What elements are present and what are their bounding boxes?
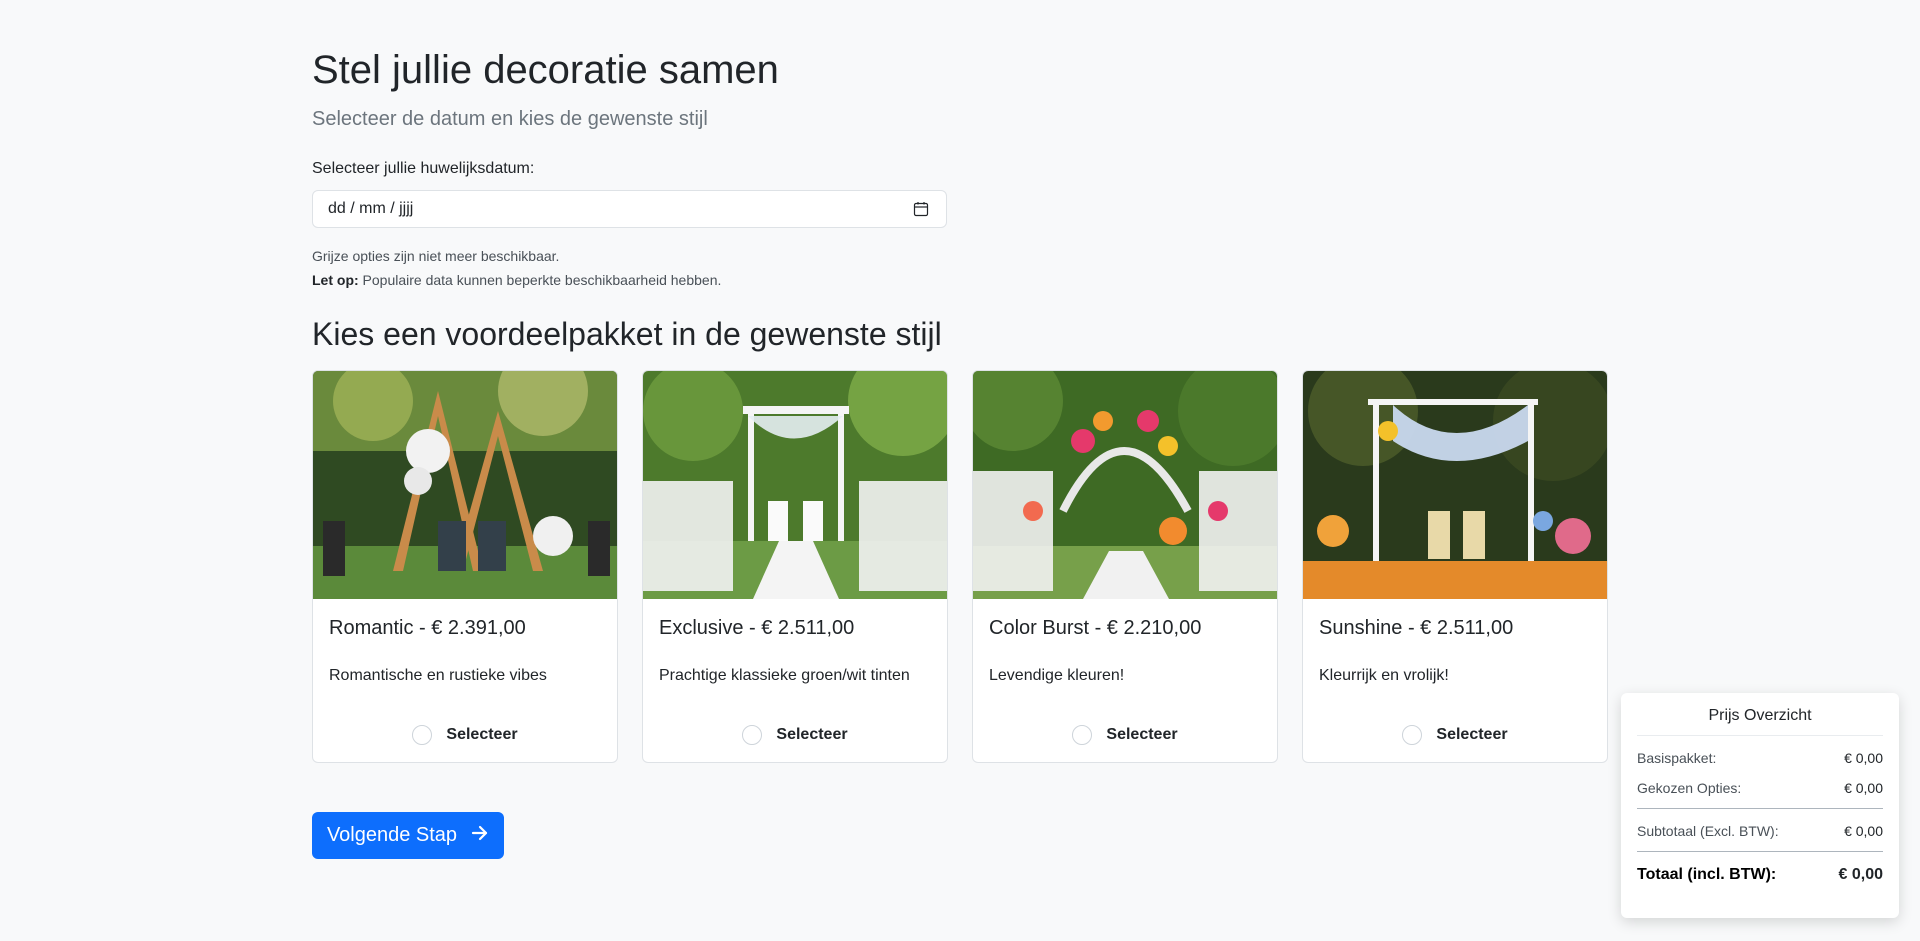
subtotal-label: Subtotaal (Excl. BTW): — [1637, 823, 1779, 839]
page-subtitle: Selecteer de datum en kies de gewenste s… — [312, 108, 708, 130]
subtotal-value: € 0,00 — [1844, 823, 1883, 839]
price-overview-title: Prijs Overzicht — [1637, 707, 1883, 736]
package-image-exclusive — [643, 371, 947, 599]
total-row: Totaal (incl. BTW): € 0,00 — [1637, 866, 1883, 884]
radio-button[interactable] — [742, 725, 763, 745]
package-description: Levendige kleuren! — [989, 667, 1125, 684]
divider — [1637, 808, 1883, 809]
total-value: € 0,00 — [1838, 866, 1883, 883]
packages-title: Kies een voordeelpakket in de gewenste s… — [312, 316, 942, 352]
package-title: Romantic - € 2.391,00 — [329, 617, 526, 639]
package-card-color-burst[interactable]: Color Burst - € 2.210,00 Levendige kleur… — [972, 370, 1278, 763]
package-image-romantic — [313, 371, 617, 599]
select-label: Selecteer — [446, 726, 518, 743]
select-label: Selecteer — [1106, 726, 1178, 743]
package-title: Exclusive - € 2.511,00 — [659, 617, 855, 639]
price-overview-panel: Prijs Overzicht Basispakket: € 0,00 Geko… — [1621, 693, 1899, 918]
radio-button[interactable] — [1402, 725, 1423, 745]
availability-note: Let op: Populaire data kunnen beperkte b… — [312, 272, 721, 288]
package-card-romantic[interactable]: Romantic - € 2.391,00 Romantische en rus… — [312, 370, 618, 763]
radio-button[interactable] — [412, 725, 433, 745]
select-label: Selecteer — [776, 726, 848, 743]
package-description: Prachtige klassieke groen/wit tinten — [659, 667, 910, 684]
note-bold: Let op: — [312, 272, 359, 288]
select-package-sunshine[interactable]: Selecteer — [1303, 725, 1607, 745]
divider — [1637, 851, 1883, 852]
next-step-label: Volgende Stap — [326, 824, 458, 846]
package-title: Color Burst - € 2.210,00 — [989, 617, 1202, 639]
package-image-sunshine — [1303, 371, 1607, 599]
arrow-right-icon — [471, 824, 489, 848]
page-title: Stel jullie decoratie samen — [312, 48, 779, 92]
options-label: Gekozen Opties: — [1637, 780, 1742, 796]
package-title: Sunshine - € 2.511,00 — [1319, 617, 1514, 639]
base-package-value: € 0,00 — [1844, 750, 1883, 766]
date-placeholder: dd / mm / jjjj — [328, 200, 414, 217]
options-value: € 0,00 — [1844, 780, 1883, 796]
package-card-sunshine[interactable]: Sunshine - € 2.511,00 Kleurrijk en vroli… — [1302, 370, 1608, 763]
select-package-exclusive[interactable]: Selecteer — [643, 725, 947, 745]
wedding-date-input[interactable]: dd / mm / jjjj — [312, 190, 947, 228]
base-package-row: Basispakket: € 0,00 — [1637, 750, 1883, 766]
options-row: Gekozen Opties: € 0,00 — [1637, 780, 1883, 796]
next-step-button[interactable]: Volgende Stap — [312, 812, 504, 859]
package-image-color-burst — [973, 371, 1277, 599]
radio-button[interactable] — [1072, 725, 1093, 745]
package-description: Kleurrijk en vrolijk! — [1319, 667, 1449, 684]
note-text: Populaire data kunnen beperkte beschikba… — [358, 272, 722, 288]
select-package-romantic[interactable]: Selecteer — [313, 725, 617, 745]
package-description: Romantische en rustieke vibes — [329, 667, 547, 684]
availability-help: Grijze opties zijn niet meer beschikbaar… — [312, 248, 560, 264]
base-package-label: Basispakket: — [1637, 750, 1717, 766]
date-label: Selecteer jullie huwelijksdatum: — [312, 160, 535, 177]
package-card-exclusive[interactable]: Exclusive - € 2.511,00 Prachtige klassie… — [642, 370, 948, 763]
calendar-icon[interactable] — [913, 200, 931, 218]
subtotal-row: Subtotaal (Excl. BTW): € 0,00 — [1637, 823, 1883, 839]
total-label: Totaal (incl. BTW): — [1637, 866, 1777, 883]
select-label: Selecteer — [1436, 726, 1508, 743]
select-package-color-burst[interactable]: Selecteer — [973, 725, 1277, 745]
